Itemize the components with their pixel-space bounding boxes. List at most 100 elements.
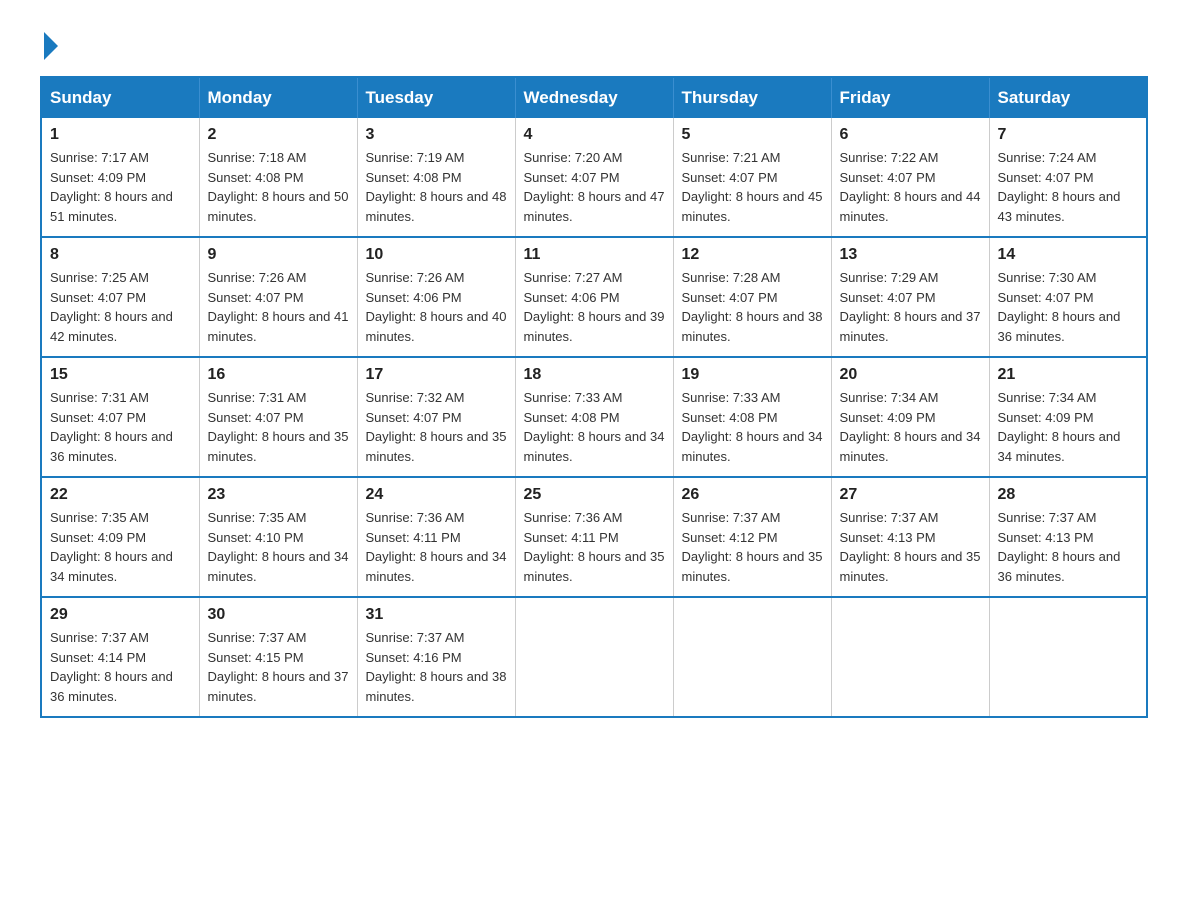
calendar-day-header: Tuesday (357, 77, 515, 118)
day-info: Sunrise: 7:35 AMSunset: 4:09 PMDaylight:… (50, 508, 191, 586)
calendar-day-cell: 15Sunrise: 7:31 AMSunset: 4:07 PMDayligh… (41, 357, 199, 477)
day-info: Sunrise: 7:34 AMSunset: 4:09 PMDaylight:… (840, 388, 981, 466)
day-info: Sunrise: 7:37 AMSunset: 4:15 PMDaylight:… (208, 628, 349, 706)
day-number: 22 (50, 486, 191, 504)
day-info: Sunrise: 7:37 AMSunset: 4:14 PMDaylight:… (50, 628, 191, 706)
calendar-day-cell: 5 Sunrise: 7:21 AMSunset: 4:07 PMDaylight… (673, 118, 831, 237)
calendar-day-cell: 1 Sunrise: 7:17 AMSunset: 4:09 PMDaylight… (41, 118, 199, 237)
calendar-day-cell: 22 Sunrise: 7:35 AMSunset: 4:09 PMDayligh… (41, 477, 199, 597)
calendar-day-cell: 16 Sunrise: 7:31 AMSunset: 4:07 PMDayligh… (199, 357, 357, 477)
calendar-table: SundayMondayTuesdayWednesdayThursdayFrid… (40, 76, 1148, 718)
calendar-day-cell: 25Sunrise: 7:36 AMSunset: 4:11 PMDayligh… (515, 477, 673, 597)
calendar-day-cell: 9 Sunrise: 7:26 AMSunset: 4:07 PMDaylight… (199, 237, 357, 357)
day-number: 17 (366, 366, 507, 384)
calendar-day-header: Wednesday (515, 77, 673, 118)
calendar-day-cell: 14 Sunrise: 7:30 AMSunset: 4:07 PMDayligh… (989, 237, 1147, 357)
day-number: 12 (682, 246, 823, 264)
day-number: 26 (682, 486, 823, 504)
day-info: Sunrise: 7:37 AMSunset: 4:13 PMDaylight:… (998, 508, 1139, 586)
day-number: 9 (208, 246, 349, 264)
calendar-day-cell: 21 Sunrise: 7:34 AMSunset: 4:09 PMDayligh… (989, 357, 1147, 477)
day-info: Sunrise: 7:37 AMSunset: 4:16 PMDaylight:… (366, 628, 507, 706)
calendar-day-cell: 30 Sunrise: 7:37 AMSunset: 4:15 PMDayligh… (199, 597, 357, 717)
day-number: 5 (682, 126, 823, 144)
calendar-day-header: Sunday (41, 77, 199, 118)
day-number: 28 (998, 486, 1139, 504)
day-info: Sunrise: 7:33 AMSunset: 4:08 PMDaylight:… (682, 388, 823, 466)
calendar-day-cell: 27 Sunrise: 7:37 AMSunset: 4:13 PMDayligh… (831, 477, 989, 597)
calendar-day-cell: 12 Sunrise: 7:28 AMSunset: 4:07 PMDayligh… (673, 237, 831, 357)
day-number: 25 (524, 486, 665, 504)
calendar-day-cell (515, 597, 673, 717)
calendar-week-row: 1 Sunrise: 7:17 AMSunset: 4:09 PMDaylight… (41, 118, 1147, 237)
day-info: Sunrise: 7:17 AMSunset: 4:09 PMDaylight:… (50, 148, 191, 226)
day-number: 3 (366, 126, 507, 144)
calendar-day-cell: 2Sunrise: 7:18 AMSunset: 4:08 PMDaylight… (199, 118, 357, 237)
day-info: Sunrise: 7:33 AMSunset: 4:08 PMDaylight:… (524, 388, 665, 466)
calendar-day-cell: 26 Sunrise: 7:37 AMSunset: 4:12 PMDayligh… (673, 477, 831, 597)
day-info: Sunrise: 7:20 AMSunset: 4:07 PMDaylight:… (524, 148, 665, 226)
calendar-day-cell: 6 Sunrise: 7:22 AMSunset: 4:07 PMDaylight… (831, 118, 989, 237)
day-number: 6 (840, 126, 981, 144)
day-info: Sunrise: 7:24 AMSunset: 4:07 PMDaylight:… (998, 148, 1139, 226)
day-number: 1 (50, 126, 191, 144)
day-number: 21 (998, 366, 1139, 384)
calendar-day-cell: 24 Sunrise: 7:36 AMSunset: 4:11 PMDayligh… (357, 477, 515, 597)
day-number: 14 (998, 246, 1139, 264)
day-info: Sunrise: 7:25 AMSunset: 4:07 PMDaylight:… (50, 268, 191, 346)
day-info: Sunrise: 7:26 AMSunset: 4:07 PMDaylight:… (208, 268, 349, 346)
calendar-header-row: SundayMondayTuesdayWednesdayThursdayFrid… (41, 77, 1147, 118)
day-info: Sunrise: 7:36 AMSunset: 4:11 PMDaylight:… (366, 508, 507, 586)
calendar-day-cell: 23 Sunrise: 7:35 AMSunset: 4:10 PMDayligh… (199, 477, 357, 597)
day-number: 31 (366, 606, 507, 624)
day-number: 27 (840, 486, 981, 504)
day-number: 2 (208, 126, 349, 144)
day-number: 30 (208, 606, 349, 624)
calendar-week-row: 29 Sunrise: 7:37 AMSunset: 4:14 PMDayligh… (41, 597, 1147, 717)
day-info: Sunrise: 7:35 AMSunset: 4:10 PMDaylight:… (208, 508, 349, 586)
calendar-week-row: 8 Sunrise: 7:25 AMSunset: 4:07 PMDaylight… (41, 237, 1147, 357)
calendar-day-cell: 31 Sunrise: 7:37 AMSunset: 4:16 PMDayligh… (357, 597, 515, 717)
day-number: 11 (524, 246, 665, 264)
calendar-week-row: 22 Sunrise: 7:35 AMSunset: 4:09 PMDayligh… (41, 477, 1147, 597)
calendar-day-cell: 29 Sunrise: 7:37 AMSunset: 4:14 PMDayligh… (41, 597, 199, 717)
day-number: 29 (50, 606, 191, 624)
calendar-day-header: Friday (831, 77, 989, 118)
day-info: Sunrise: 7:21 AMSunset: 4:07 PMDaylight:… (682, 148, 823, 226)
calendar-day-cell: 19Sunrise: 7:33 AMSunset: 4:08 PMDayligh… (673, 357, 831, 477)
logo-arrow-icon (44, 32, 58, 60)
day-info: Sunrise: 7:26 AMSunset: 4:06 PMDaylight:… (366, 268, 507, 346)
day-number: 23 (208, 486, 349, 504)
day-info: Sunrise: 7:30 AMSunset: 4:07 PMDaylight:… (998, 268, 1139, 346)
page-header (40, 30, 1148, 56)
calendar-day-cell (831, 597, 989, 717)
logo-top (40, 30, 58, 60)
calendar-day-cell: 7Sunrise: 7:24 AMSunset: 4:07 PMDaylight… (989, 118, 1147, 237)
day-info: Sunrise: 7:29 AMSunset: 4:07 PMDaylight:… (840, 268, 981, 346)
day-info: Sunrise: 7:37 AMSunset: 4:12 PMDaylight:… (682, 508, 823, 586)
calendar-day-cell (673, 597, 831, 717)
calendar-day-header: Saturday (989, 77, 1147, 118)
calendar-day-cell: 17Sunrise: 7:32 AMSunset: 4:07 PMDayligh… (357, 357, 515, 477)
day-number: 4 (524, 126, 665, 144)
day-number: 10 (366, 246, 507, 264)
calendar-day-header: Monday (199, 77, 357, 118)
day-info: Sunrise: 7:34 AMSunset: 4:09 PMDaylight:… (998, 388, 1139, 466)
calendar-day-cell: 13Sunrise: 7:29 AMSunset: 4:07 PMDayligh… (831, 237, 989, 357)
day-number: 16 (208, 366, 349, 384)
day-info: Sunrise: 7:22 AMSunset: 4:07 PMDaylight:… (840, 148, 981, 226)
day-info: Sunrise: 7:27 AMSunset: 4:06 PMDaylight:… (524, 268, 665, 346)
calendar-day-cell (989, 597, 1147, 717)
calendar-day-cell: 28 Sunrise: 7:37 AMSunset: 4:13 PMDayligh… (989, 477, 1147, 597)
day-info: Sunrise: 7:28 AMSunset: 4:07 PMDaylight:… (682, 268, 823, 346)
calendar-day-header: Thursday (673, 77, 831, 118)
calendar-day-cell: 10 Sunrise: 7:26 AMSunset: 4:06 PMDayligh… (357, 237, 515, 357)
day-number: 8 (50, 246, 191, 264)
calendar-day-cell: 4 Sunrise: 7:20 AMSunset: 4:07 PMDaylight… (515, 118, 673, 237)
day-number: 24 (366, 486, 507, 504)
day-info: Sunrise: 7:31 AMSunset: 4:07 PMDaylight:… (208, 388, 349, 466)
calendar-day-cell: 11 Sunrise: 7:27 AMSunset: 4:06 PMDayligh… (515, 237, 673, 357)
day-number: 18 (524, 366, 665, 384)
day-info: Sunrise: 7:19 AMSunset: 4:08 PMDaylight:… (366, 148, 507, 226)
day-info: Sunrise: 7:37 AMSunset: 4:13 PMDaylight:… (840, 508, 981, 586)
